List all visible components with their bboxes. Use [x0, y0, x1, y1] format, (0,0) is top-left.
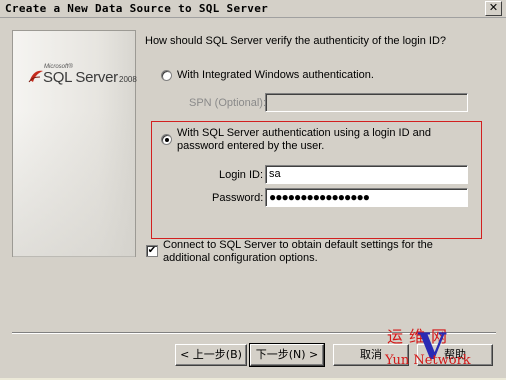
password-field[interactable]: ●●●●●●●●●●●●●●●● — [265, 188, 468, 207]
watermark: 运维网 V Yun Network — [385, 320, 500, 380]
close-icon: ✕ — [488, 1, 499, 14]
watermark-en-text: Yun Network — [385, 353, 471, 368]
close-button[interactable]: ✕ — [485, 1, 502, 16]
dialog-body: Microsoft® SQL Server 2008 How should SQ… — [0, 18, 506, 378]
connect-label[interactable]: Connect to SQL Server to obtain default … — [163, 239, 443, 265]
back-button[interactable]: < 上一步(B) — [175, 344, 247, 366]
logo-year: 2008 — [119, 75, 137, 84]
windows-auth-radio[interactable] — [161, 70, 172, 81]
login-id-label: Login ID: — [219, 169, 264, 181]
logo-product-name: SQL Server — [43, 69, 118, 86]
sql-auth-label[interactable]: With SQL Server authentication using a l… — [177, 127, 477, 153]
login-id-field[interactable]: sa — [265, 165, 468, 184]
windows-auth-label[interactable]: With Integrated Windows authentication. — [177, 69, 374, 81]
window-title: Create a New Data Source to SQL Server — [5, 2, 269, 15]
spn-label: SPN (Optional): — [189, 97, 267, 109]
wizard-side-panel: Microsoft® SQL Server 2008 — [12, 30, 137, 258]
auth-question: How should SQL Server verify the authent… — [145, 35, 447, 47]
sql-server-logo-icon — [28, 70, 43, 83]
title-bar: Create a New Data Source to SQL Server ✕ — [0, 0, 506, 18]
sql-auth-radio[interactable] — [161, 134, 172, 145]
checkmark-icon: ✔ — [147, 245, 157, 256]
password-label: Password: — [212, 192, 264, 204]
spn-input[interactable] — [265, 93, 468, 112]
next-button[interactable]: 下一步(N) > — [249, 343, 325, 367]
connect-checkbox[interactable]: ✔ — [146, 245, 158, 257]
